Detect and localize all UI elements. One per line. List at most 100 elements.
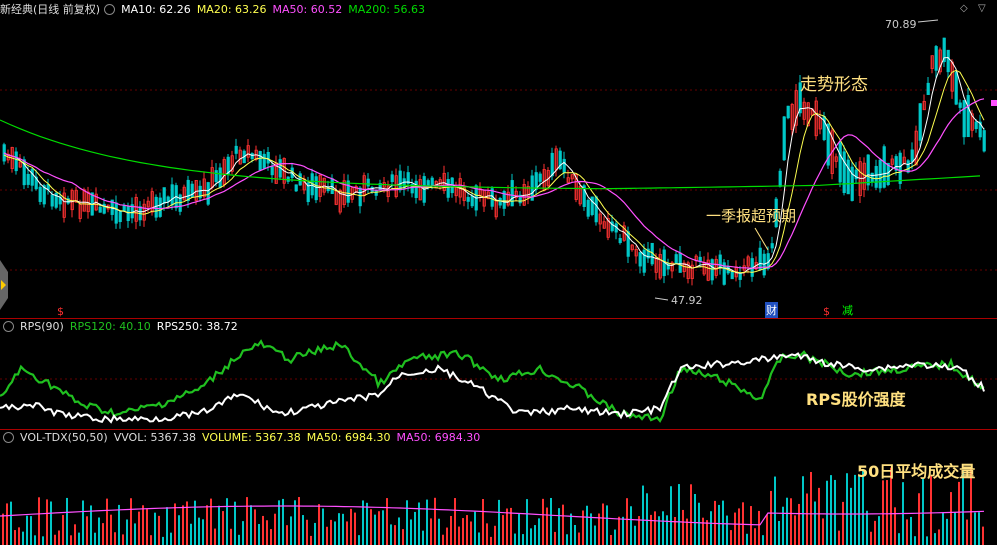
volume-panel-header: VOL-TDX(50,50) VVOL: 5367.38 VOLUME: 5367.… — [0, 430, 486, 446]
vol-title: VOL-TDX(50,50) — [20, 431, 108, 444]
candle-body — [966, 95, 970, 138]
candle-body — [98, 206, 102, 213]
candle-body — [170, 184, 174, 206]
ma50-line — [3, 98, 985, 269]
candle-body — [398, 170, 402, 191]
candle-body — [958, 102, 962, 108]
candle-body — [158, 197, 162, 217]
candle-body — [674, 254, 678, 264]
candle-body — [934, 46, 938, 71]
candle-body — [846, 159, 850, 195]
candle-body — [390, 174, 394, 183]
volume-chart[interactable] — [0, 446, 997, 545]
candle-body — [118, 211, 122, 223]
vol-ma50-readout: MA50: 6984.30 — [306, 431, 391, 444]
reduction-marker[interactable]: 减 — [842, 302, 853, 318]
price-chart[interactable]: $ $ — [0, 0, 997, 318]
candle-body — [638, 252, 642, 267]
q1-arrow — [754, 227, 769, 251]
candle-body — [26, 173, 30, 185]
candle-body — [430, 177, 434, 186]
scroll-left-handle[interactable] — [0, 260, 10, 310]
candle-body — [778, 170, 782, 187]
candle-body — [974, 121, 978, 130]
candle-body — [270, 166, 274, 176]
candle-body — [314, 176, 318, 201]
candle-body — [50, 194, 54, 207]
candle-body — [14, 151, 18, 172]
candle-body — [874, 165, 878, 188]
candle-body — [262, 153, 266, 169]
candle-body — [962, 100, 966, 138]
candle-body — [786, 105, 790, 119]
ma20-line — [3, 69, 985, 274]
candle-body — [30, 168, 34, 186]
candle-body — [214, 170, 218, 182]
candle-body — [562, 158, 566, 173]
candle-body — [498, 197, 502, 206]
candle-body — [266, 151, 270, 164]
candle-body — [898, 152, 902, 184]
candle-body — [414, 180, 418, 198]
candle-body — [470, 195, 474, 207]
candle-body — [954, 71, 958, 105]
candle-body — [446, 179, 450, 198]
candle-body — [294, 184, 298, 192]
candle-body — [122, 204, 126, 212]
candle-body — [114, 202, 118, 224]
candle-body — [758, 247, 762, 271]
rps-strength-annotation: RPS股价强度 — [806, 390, 906, 409]
candle-body — [258, 151, 262, 171]
candle-body — [250, 153, 254, 160]
candle-body — [642, 249, 646, 273]
candle-body — [738, 272, 742, 280]
candle-body — [126, 206, 130, 222]
candle-body — [918, 103, 922, 141]
volume-readout: VOLUME: 5367.38 — [202, 431, 301, 444]
candle-body — [730, 270, 734, 280]
candle-body — [226, 156, 230, 175]
candle-body — [38, 186, 42, 202]
low-price-label: 47.92 — [671, 294, 703, 307]
candle-body — [678, 252, 682, 273]
candle-body — [586, 199, 590, 217]
candle-body — [154, 196, 158, 218]
candle-body — [782, 116, 786, 161]
vol-ma50-readout-2: MA50: 6984.30 — [396, 431, 481, 444]
panel-toggle-icon[interactable] — [3, 431, 14, 443]
low-arrow — [654, 297, 669, 301]
candle-body — [838, 142, 842, 183]
candle-body — [366, 178, 370, 187]
avg-volume-annotation: 50日平均成交量 — [857, 462, 976, 481]
vvol-readout: VVOL: 5367.38 — [113, 431, 197, 444]
candle-body — [982, 130, 986, 152]
financial-report-marker[interactable]: 财 — [765, 302, 778, 318]
candle-body — [842, 151, 846, 193]
candle-body — [590, 196, 594, 215]
candle-body — [718, 254, 722, 269]
right-edge-marker — [991, 100, 997, 106]
candle-body — [770, 243, 774, 249]
candle-body — [866, 154, 870, 186]
candle-body — [510, 180, 514, 207]
candle-body — [534, 172, 538, 190]
dividend-marker: $ — [823, 305, 830, 318]
candle-body — [186, 179, 190, 202]
candle-body — [234, 145, 238, 154]
candle-body — [946, 49, 950, 73]
candle-body — [906, 160, 910, 173]
dividend-marker: $ — [57, 305, 64, 318]
candle-body — [710, 259, 714, 281]
candle-body — [218, 167, 222, 188]
candle-body — [926, 82, 930, 95]
rps-chart[interactable] — [0, 319, 997, 429]
q1-annotation: 一季报超预期 — [706, 207, 797, 225]
candle-body — [358, 187, 362, 207]
candle-body — [594, 196, 598, 223]
high-price-label: 70.89 — [885, 18, 917, 31]
candle-body — [346, 180, 350, 203]
candle-body — [618, 238, 622, 244]
candle-body — [910, 149, 914, 162]
trend-annotation: 走势形态 — [800, 75, 868, 95]
ma200-line — [0, 119, 981, 190]
